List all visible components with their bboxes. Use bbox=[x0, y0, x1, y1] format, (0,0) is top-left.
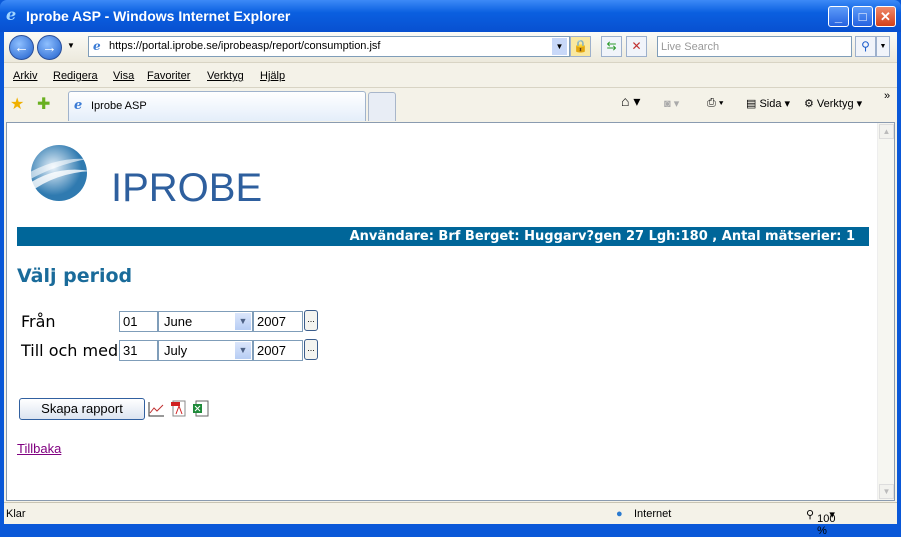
forward-button[interactable]: → bbox=[37, 35, 62, 60]
tab-bar: ★ ✚ e Iprobe ASP ⌂ ▾ ◙ ▾ ⎙ ▾ ▤ Sida ▾ ⚙ … bbox=[4, 87, 897, 121]
to-label: Till och med bbox=[21, 341, 119, 360]
tab-label: Iprobe ASP bbox=[91, 100, 147, 112]
print-icon[interactable]: ⎙ ▾ bbox=[707, 97, 723, 110]
excel-icon[interactable] bbox=[193, 400, 209, 417]
menu-hjalp[interactable]: Hjälp bbox=[260, 70, 285, 82]
from-month-select[interactable]: June ▼ bbox=[158, 311, 253, 332]
search-input[interactable]: Live Search bbox=[657, 36, 852, 57]
zone-text: Internet bbox=[634, 508, 672, 520]
from-day-input[interactable]: 01 bbox=[119, 311, 158, 332]
tab-ie-icon: e bbox=[74, 98, 83, 113]
tools-menu[interactable]: ⚙ Verktyg ▾ bbox=[804, 97, 862, 110]
search-options-icon[interactable]: ▼ bbox=[876, 36, 890, 57]
to-month-value: July bbox=[164, 343, 188, 358]
menu-bar: Arkiv Redigera Visa Favoriter Verktyg Hj… bbox=[4, 62, 897, 87]
zoom-control[interactable]: ⚲ 100 % ▾ bbox=[806, 508, 835, 537]
address-toolbar: ← → ▼ e https://portal.iprobe.se/iprobea… bbox=[4, 32, 897, 62]
chart-icon[interactable] bbox=[148, 401, 165, 417]
stop-button[interactable]: ✕ bbox=[626, 36, 647, 57]
iprobe-logo: IPROBE bbox=[25, 145, 295, 210]
page-title: Välj period bbox=[17, 265, 133, 287]
zoom-level: 100 % bbox=[817, 513, 836, 537]
create-report-button[interactable]: Skapa rapport bbox=[19, 398, 145, 420]
favorites-star-icon[interactable]: ★ bbox=[10, 94, 24, 114]
to-date-picker-button[interactable]: ... bbox=[304, 339, 318, 360]
title-bar: e Iprobe ASP - Windows Internet Explorer… bbox=[0, 0, 901, 32]
refresh-button[interactable]: ⇆ bbox=[601, 36, 622, 57]
page-menu-label: Sida bbox=[759, 98, 782, 110]
back-link[interactable]: Tillbaka bbox=[17, 441, 61, 456]
minimize-button[interactable]: _ bbox=[828, 6, 849, 27]
address-dropdown-icon[interactable]: ▼ bbox=[552, 38, 567, 55]
search-placeholder: Live Search bbox=[661, 41, 720, 53]
from-label: Från bbox=[21, 312, 56, 331]
menu-redigera[interactable]: Redigera bbox=[53, 70, 98, 82]
from-date-picker-button[interactable]: ... bbox=[304, 310, 318, 331]
ie-icon: e bbox=[6, 5, 17, 24]
window-title: Iprobe ASP - Windows Internet Explorer bbox=[26, 8, 291, 24]
address-input[interactable]: e https://portal.iprobe.se/iprobeasp/rep… bbox=[88, 36, 570, 57]
chevron-down-icon: ▼ bbox=[235, 342, 251, 359]
user-info-bar: Användare: Brf Berget: Huggarv?gen 27 Lg… bbox=[17, 227, 869, 246]
to-month-select[interactable]: July ▼ bbox=[158, 340, 253, 361]
scroll-down-icon[interactable]: ▼ bbox=[879, 484, 894, 499]
close-button[interactable]: ✕ bbox=[875, 6, 896, 27]
more-chevron-icon[interactable]: » bbox=[884, 90, 890, 102]
page-icon: e bbox=[93, 39, 101, 53]
history-dropdown-icon[interactable]: ▼ bbox=[67, 41, 75, 50]
lock-icon[interactable]: 🔒 bbox=[570, 36, 591, 57]
tab-iprobe-asp[interactable]: e Iprobe ASP bbox=[68, 91, 366, 121]
maximize-button[interactable]: □ bbox=[852, 6, 873, 27]
status-text: Klar bbox=[6, 508, 26, 520]
vertical-scrollbar[interactable]: ▲ ▼ bbox=[877, 123, 894, 500]
home-icon[interactable]: ⌂ ▾ bbox=[621, 93, 640, 110]
to-year-input[interactable]: 2007 bbox=[253, 340, 303, 361]
back-button[interactable]: ← bbox=[9, 35, 34, 60]
tools-menu-label: Verktyg bbox=[816, 98, 854, 110]
menu-favoriter[interactable]: Favoriter bbox=[147, 70, 190, 82]
search-button[interactable]: ⚲ bbox=[855, 36, 876, 57]
scroll-up-icon[interactable]: ▲ bbox=[879, 124, 894, 139]
menu-verktyg[interactable]: Verktyg bbox=[207, 70, 244, 82]
page-menu[interactable]: ▤ Sida ▾ bbox=[746, 97, 790, 110]
new-tab-button[interactable] bbox=[368, 92, 396, 121]
from-year-input[interactable]: 2007 bbox=[253, 311, 303, 332]
from-month-value: June bbox=[164, 314, 193, 329]
page-content: IPROBE Användare: Brf Berget: Huggarv?ge… bbox=[6, 122, 895, 501]
url-text: https://portal.iprobe.se/iprobeasp/repor… bbox=[109, 40, 381, 52]
status-bar: Klar ● Internet ⚲ 100 % ▾ bbox=[4, 502, 897, 537]
pdf-icon[interactable] bbox=[171, 400, 187, 417]
chevron-down-icon: ▼ bbox=[235, 313, 251, 330]
menu-arkiv[interactable]: Arkiv bbox=[13, 70, 37, 82]
menu-visa[interactable]: Visa bbox=[113, 70, 134, 82]
to-day-input[interactable]: 31 bbox=[119, 340, 158, 361]
add-favorite-icon[interactable]: ✚ bbox=[37, 94, 50, 114]
svg-text:IPROBE: IPROBE bbox=[111, 166, 262, 210]
feeds-icon[interactable]: ◙ ▾ bbox=[664, 97, 679, 110]
globe-icon: ● bbox=[616, 508, 623, 520]
